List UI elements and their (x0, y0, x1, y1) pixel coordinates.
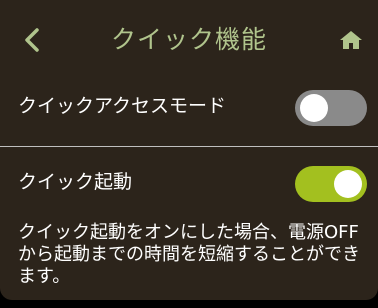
quick-start-row: クイック起動 (0, 162, 378, 206)
quick-access-mode-row: クイックアクセスモード (0, 86, 378, 130)
toggle-knob (334, 170, 362, 198)
home-icon (340, 31, 362, 49)
quick-start-description: クイック起動をオンにした場合、電源OFFから起動までの時間を短縮することができま… (18, 222, 360, 287)
header-bar: クイック機能 (0, 0, 378, 78)
toggle-knob (300, 94, 328, 122)
settings-screen: クイック機能 クイックアクセスモード クイック起動 クイック起動をオンにした場合… (0, 0, 378, 300)
divider (0, 146, 378, 147)
quick-access-mode-label: クイックアクセスモード (18, 95, 227, 117)
back-button[interactable] (14, 22, 50, 58)
home-button[interactable] (334, 24, 368, 56)
quick-start-toggle[interactable] (295, 166, 367, 202)
page-title: クイック機能 (110, 25, 267, 54)
quick-access-mode-toggle[interactable] (295, 90, 367, 126)
chevron-left-icon (25, 28, 39, 52)
quick-start-label: クイック起動 (18, 171, 133, 193)
